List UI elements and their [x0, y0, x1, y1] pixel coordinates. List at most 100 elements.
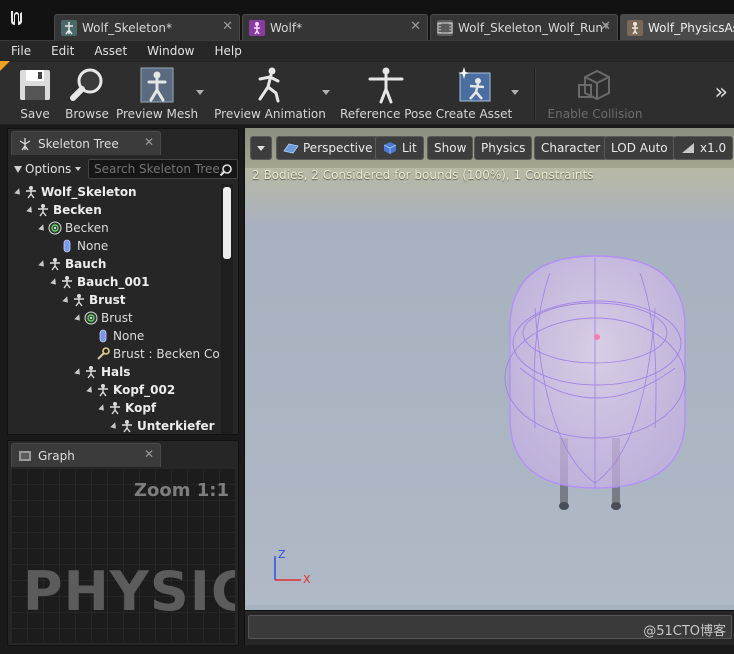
chevron-down-icon: [75, 167, 82, 171]
preview-mesh-button[interactable]: Preview Mesh: [114, 65, 200, 123]
reference-pose-label: Reference Pose: [339, 107, 433, 121]
tree-row-body[interactable]: Brust: [73, 309, 133, 327]
tab-wolf-mesh[interactable]: Wolf* ✕: [242, 14, 428, 40]
skeleton-asset-icon: [61, 19, 77, 36]
physics-asset-icon: [627, 19, 643, 36]
skeleton-tree-filter-row: Options: [10, 157, 238, 181]
expand-triangle-icon[interactable]: [97, 403, 107, 413]
tree-row-bone[interactable]: Becken: [25, 201, 102, 219]
site-watermark: @51CTO博客: [643, 624, 726, 639]
tree-node-label: Kopf: [125, 401, 157, 415]
enable-collision-button[interactable]: Enable Collision: [548, 65, 642, 123]
expand-triangle-icon[interactable]: [109, 421, 119, 431]
create-asset-button[interactable]: Create Asset: [436, 65, 512, 123]
body-center-marker: [594, 334, 600, 340]
toolbar-overflow-icon[interactable]: »: [715, 80, 728, 105]
close-icon[interactable]: ✕: [410, 19, 421, 34]
expand-triangle-icon[interactable]: [25, 205, 35, 215]
preview-mesh-dropdown-icon[interactable]: [196, 90, 204, 95]
tree-node-label: None: [77, 239, 109, 253]
bone-icon: [96, 383, 110, 397]
expand-triangle-icon[interactable]: [49, 277, 59, 287]
skeletal-mesh-icon: [249, 19, 265, 36]
tree-row-body[interactable]: Becken: [37, 219, 109, 237]
expand-triangle-icon[interactable]: [37, 223, 47, 233]
tree-row-bone[interactable]: Kopf: [97, 399, 157, 417]
menu-asset[interactable]: Asset: [83, 44, 136, 58]
save-button[interactable]: Save: [10, 65, 60, 123]
tab-skeleton-tree[interactable]: Skeleton Tree ✕: [11, 131, 161, 155]
expand-triangle-icon[interactable]: [73, 313, 83, 323]
bone-icon: [108, 401, 122, 415]
constraint-graph-canvas[interactable]: Zoom 1:1 PHYSIC: [11, 468, 235, 643]
3d-viewport[interactable]: Perspective Lit Show Physics Character L…: [244, 128, 734, 645]
close-icon[interactable]: ✕: [144, 135, 154, 149]
panel-title: Skeleton Tree: [38, 136, 119, 151]
expand-triangle-icon: [50, 242, 58, 250]
tree-row-bone[interactable]: Brust: [61, 291, 126, 309]
search-icon[interactable]: [219, 162, 233, 177]
bone-icon: [48, 257, 62, 271]
bone-icon: [120, 419, 134, 433]
create-asset-icon: [454, 65, 494, 105]
preview-animation-dropdown-icon[interactable]: [322, 90, 330, 95]
capsule-shape-icon: [60, 239, 74, 253]
tree-node-label: None: [113, 329, 145, 343]
tree-row-shape[interactable]: None: [86, 327, 144, 345]
document-tab-bar: Wolf_Skeleton* ✕ Wolf* ✕ Wolf_Skeleton_W…: [0, 0, 734, 40]
browse-button[interactable]: Browse: [62, 65, 112, 123]
preview-animation-button[interactable]: Preview Animation: [214, 65, 326, 123]
tab-wolf-skeleton[interactable]: Wolf_Skeleton* ✕: [54, 14, 240, 40]
menu-edit[interactable]: Edit: [40, 44, 83, 58]
tab-graph[interactable]: Graph ✕: [11, 443, 161, 467]
tab-wolf-run-animation[interactable]: Wolf_Skeleton_Wolf_Run* ✕: [430, 14, 618, 40]
menu-window[interactable]: Window: [136, 44, 203, 58]
preview-mesh-label: Preview Mesh: [115, 107, 199, 121]
tree-scrollbar[interactable]: [221, 184, 233, 434]
graph-panel: Graph ✕ Zoom 1:1 PHYSIC: [7, 440, 239, 646]
skeleton-tree-list: Wolf_Skeleton Becken Becken None Bauch Bauch_…: [10, 183, 220, 433]
expand-triangle-icon[interactable]: [61, 295, 71, 305]
tree-row-constraint[interactable]: Brust : Becken Cons: [86, 345, 220, 363]
graph-zoom-level: Zoom 1:1: [133, 480, 229, 501]
bone-icon: [24, 185, 38, 199]
options-dropdown[interactable]: Options: [14, 162, 82, 176]
animation-sequence-icon: [437, 19, 453, 36]
tree-node-label: Hals: [101, 365, 131, 379]
create-asset-dropdown-icon[interactable]: [511, 90, 519, 95]
tab-wolf-physics-asset[interactable]: Wolf_PhysicsAs: [620, 14, 734, 40]
close-icon[interactable]: ✕: [600, 19, 611, 34]
tree-row-bone[interactable]: Bauch: [37, 255, 106, 273]
tree-node-label: Becken: [53, 203, 102, 217]
expand-triangle-icon[interactable]: [37, 259, 47, 269]
asset-toolbar: Save Browse Preview Mesh Preview Animati…: [0, 61, 734, 125]
expand-triangle-icon[interactable]: [13, 187, 23, 197]
tree-node-label: Kopf_002: [113, 383, 176, 397]
tree-node-label: Bauch_001: [77, 275, 150, 289]
close-icon[interactable]: ✕: [144, 447, 154, 461]
tree-node-label: Brust: [101, 311, 133, 325]
tree-row-bone[interactable]: Wolf_Skeleton: [13, 183, 137, 201]
bone-icon: [84, 365, 98, 379]
unreal-logo-icon[interactable]: [4, 5, 30, 31]
expand-triangle-icon[interactable]: [85, 385, 95, 395]
reference-pose-button[interactable]: Reference Pose: [340, 65, 432, 123]
menu-file[interactable]: File: [0, 44, 40, 58]
tree-row-shape[interactable]: None: [50, 237, 108, 255]
tree-row-bone[interactable]: Unterkiefer: [109, 417, 215, 433]
browse-label: Browse: [65, 107, 109, 121]
expand-triangle-icon[interactable]: [73, 367, 83, 377]
toolbar-accent-corner: [0, 61, 10, 71]
menu-help[interactable]: Help: [203, 44, 250, 58]
skeleton-search-input[interactable]: [88, 159, 238, 179]
tree-row-bone[interactable]: Bauch_001: [49, 273, 150, 291]
tree-row-bone[interactable]: Kopf_002: [85, 381, 176, 399]
tree-scrollbar-thumb[interactable]: [223, 187, 231, 259]
preview-mesh-figure-icon: [137, 65, 177, 105]
running-figure-icon: [250, 65, 290, 105]
save-disk-icon: [15, 65, 55, 105]
close-icon[interactable]: ✕: [222, 19, 233, 34]
panel-title: Graph: [38, 448, 75, 463]
tree-row-bone[interactable]: Hals: [73, 363, 131, 381]
collision-boxes-icon: [575, 65, 615, 105]
